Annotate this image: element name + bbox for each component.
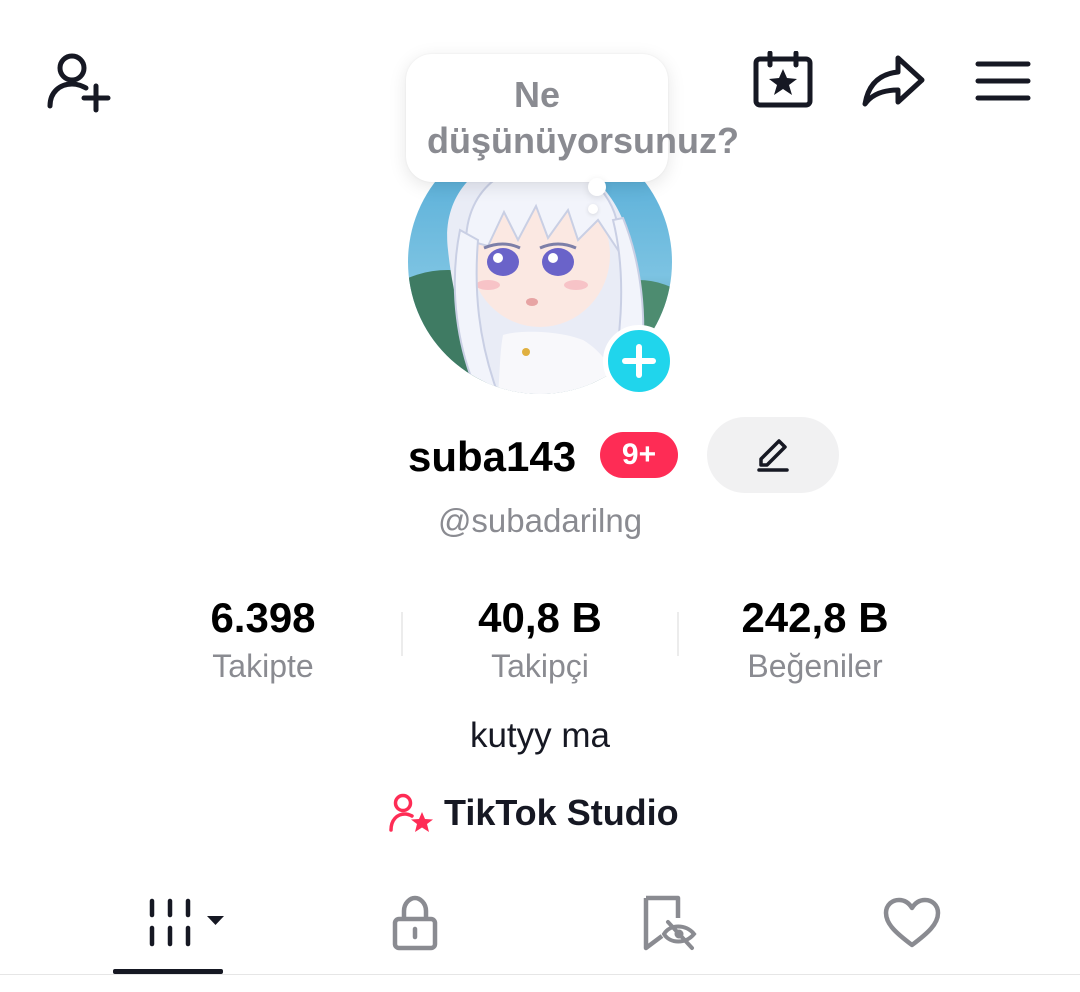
stat-followers[interactable]: 40,8 B Takipçi bbox=[420, 592, 660, 688]
creator-star-icon bbox=[389, 793, 433, 832]
tab-liked[interactable] bbox=[852, 888, 972, 958]
tab-saved[interactable] bbox=[608, 888, 728, 958]
calendar-star-icon bbox=[753, 51, 813, 108]
share-arrow-icon bbox=[862, 55, 925, 107]
tab-videos[interactable] bbox=[120, 888, 240, 958]
tiktok-studio-label: TikTok Studio bbox=[444, 792, 679, 833]
add-story-button[interactable] bbox=[603, 325, 675, 397]
menu-button[interactable] bbox=[972, 56, 1034, 106]
stat-following[interactable]: 6.398 Takipte bbox=[143, 592, 383, 688]
thought-bubble-text: Ne düşünüyorsunuz? bbox=[427, 74, 739, 161]
heart-icon bbox=[883, 897, 941, 948]
username: suba143 bbox=[408, 433, 577, 480]
stat-likes[interactable]: 242,8 B Beğeniler bbox=[695, 592, 935, 688]
bubble-tail bbox=[588, 178, 606, 196]
stat-value: 242,8 B bbox=[741, 594, 889, 641]
tiktok-studio-link[interactable]: TikTok Studio bbox=[388, 788, 679, 838]
person-plus-icon bbox=[47, 53, 111, 113]
lock-icon bbox=[392, 895, 438, 951]
stat-divider bbox=[677, 612, 679, 656]
bubble-tail-dot bbox=[588, 204, 598, 214]
tabs-divider bbox=[0, 974, 1080, 975]
stat-value: 6.398 bbox=[210, 594, 316, 641]
stat-divider bbox=[401, 612, 403, 656]
stat-label: Takipte bbox=[212, 648, 314, 684]
pencil-icon bbox=[757, 439, 789, 472]
thought-bubble[interactable]: Ne düşünüyorsunuz? bbox=[406, 54, 739, 182]
tab-private[interactable] bbox=[355, 888, 475, 958]
stat-label: Beğeniler bbox=[747, 648, 883, 684]
calendar-button[interactable] bbox=[750, 50, 816, 110]
notification-badge[interactable]: 9+ bbox=[600, 432, 678, 478]
user-handle: @subadarilng bbox=[437, 502, 643, 539]
stat-value: 40,8 B bbox=[478, 594, 602, 641]
bookmark-eye-icon bbox=[643, 895, 697, 951]
share-button[interactable] bbox=[858, 50, 928, 110]
add-friend-button[interactable] bbox=[40, 46, 116, 116]
bio-text: kutyy ma bbox=[469, 716, 611, 755]
edit-profile-button[interactable] bbox=[707, 417, 839, 493]
plus-icon bbox=[622, 344, 656, 378]
hamburger-menu-icon bbox=[975, 61, 1031, 101]
videos-grid-icon bbox=[149, 898, 224, 947]
stat-label: Takipçi bbox=[491, 648, 589, 684]
